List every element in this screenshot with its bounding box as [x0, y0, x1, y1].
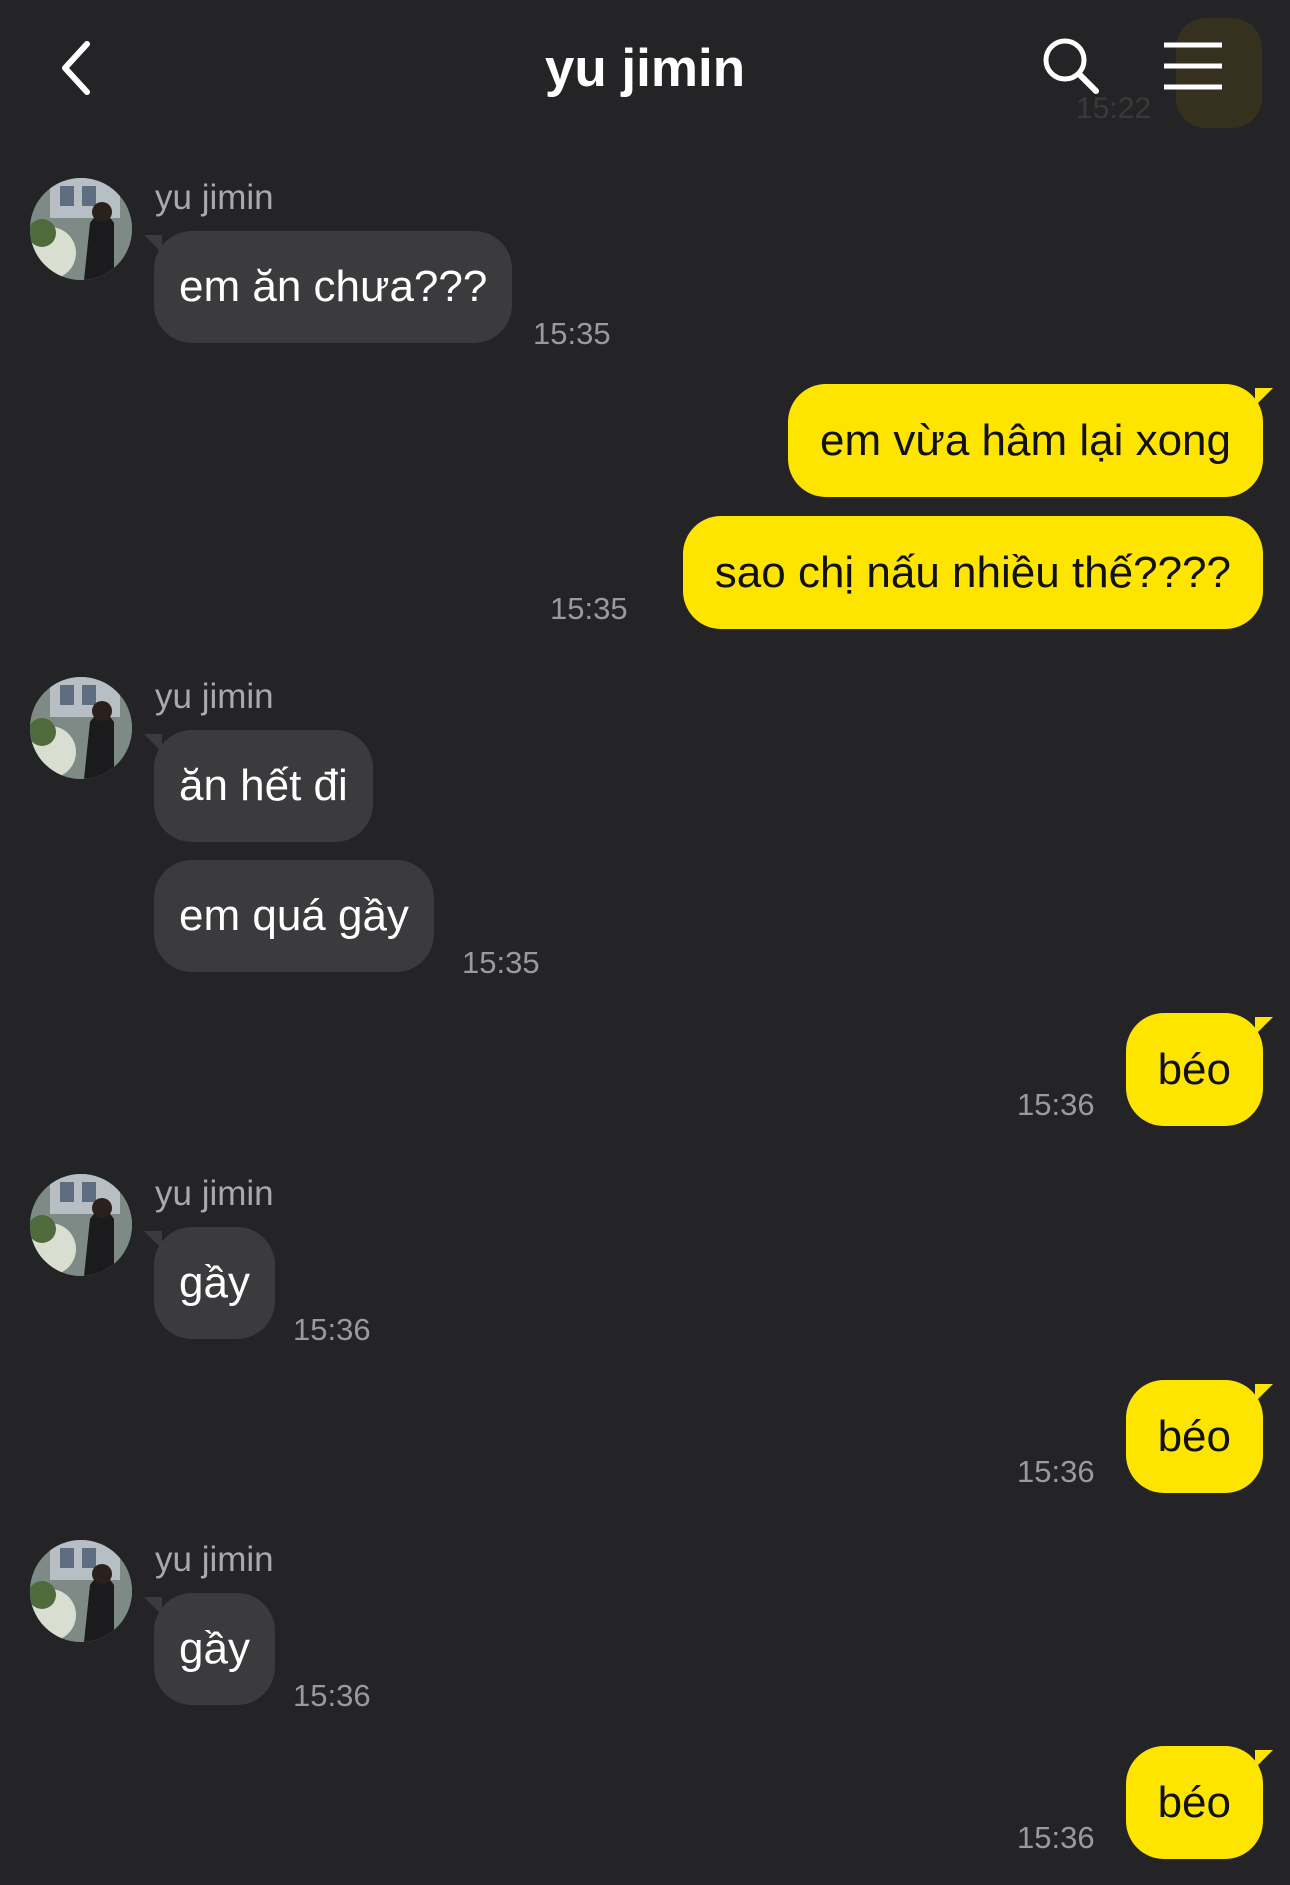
sender-name: yu jimin: [155, 1174, 274, 1213]
incoming-message[interactable]: ăn hết đi: [144, 730, 373, 842]
message-time: 15:36: [293, 1678, 371, 1713]
message-time: 15:36: [1017, 1087, 1095, 1122]
outgoing-message[interactable]: béo: [1125, 1380, 1274, 1493]
sender-name: yu jimin: [155, 178, 274, 217]
message-time: 15:36: [293, 1312, 371, 1347]
message-time: 15:36: [1017, 1820, 1095, 1855]
outgoing-message[interactable]: béo: [1125, 1013, 1274, 1126]
incoming-message[interactable]: em ăn chưa???: [143, 231, 513, 343]
outgoing-message[interactable]: béo: [1125, 1746, 1274, 1859]
chat-header: 15:22 yu jimin: [0, 0, 1290, 135]
outgoing-message[interactable]: sao chị nấu nhiều thế????: [682, 516, 1263, 629]
message-time: 15:35: [550, 591, 628, 626]
sender-name: yu jimin: [155, 1540, 274, 1579]
search-icon[interactable]: [1040, 35, 1102, 97]
sender-name: yu jimin: [155, 677, 274, 716]
menu-icon[interactable]: [1162, 40, 1224, 92]
avatar[interactable]: [30, 1540, 132, 1642]
incoming-message[interactable]: em quá gầy: [154, 860, 434, 972]
avatar[interactable]: [30, 1174, 132, 1276]
incoming-message[interactable]: gầy: [144, 1227, 275, 1339]
message-time: 15:35: [533, 316, 611, 351]
message-time: 15:36: [1017, 1454, 1095, 1489]
avatar[interactable]: [30, 178, 132, 280]
avatar[interactable]: [30, 677, 132, 779]
outgoing-message[interactable]: em vừa hâm lại xong: [788, 384, 1273, 497]
incoming-message[interactable]: gầy: [144, 1593, 275, 1705]
message-time: 15:35: [462, 945, 540, 980]
